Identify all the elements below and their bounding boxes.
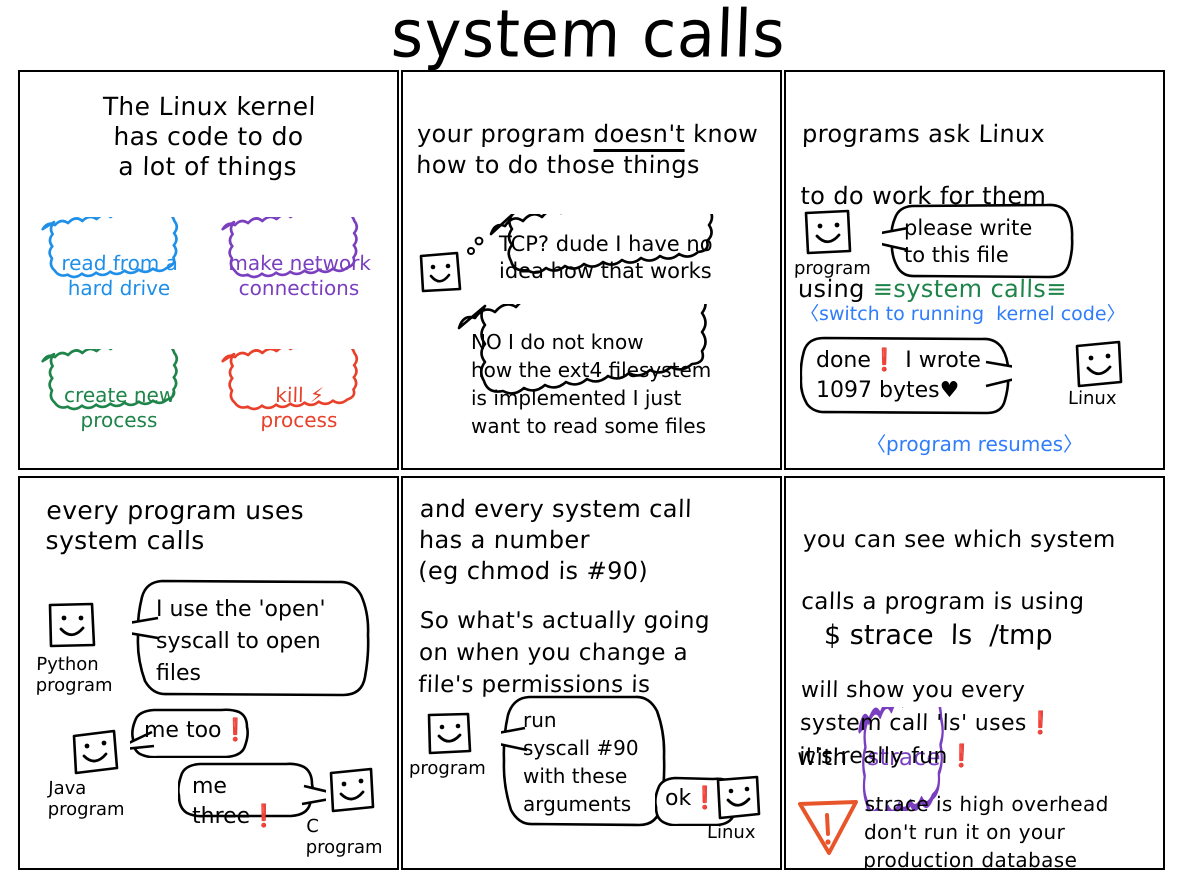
panel2-heading-emphasis: doesn't (593, 120, 686, 152)
capability-bubble-grid: read from a hard drive make network conn… (32, 192, 387, 468)
panel1-heading: The Linux kernel has code to do a lot of… (102, 92, 317, 181)
speech-bubble-outline-icon (799, 334, 1046, 416)
panel5-heading: and every system call has a number (eg c… (417, 495, 693, 585)
panel2-heading-pre: your program (416, 120, 595, 148)
page-title: system calls (389, 0, 788, 73)
panel-syscall-numbers: and every system call has a number (eg c… (401, 476, 782, 870)
panel6-heading-line1: you can see which system (802, 527, 1117, 553)
zine-page: system calls The Linux kernel has code t… (0, 0, 1177, 882)
panel-every-program-uses: every program uses system calls Python p… (18, 476, 399, 870)
program-face-icon (425, 710, 473, 756)
panel3-heading-line3-pre: using (797, 275, 874, 303)
warning-triangle-icon (796, 798, 860, 856)
bubble-change-file-permissions[interactable]: change file permissions (32, 456, 207, 468)
panel5-body: So what's actually going on when you cha… (417, 608, 711, 698)
thought-balloon-ext4[interactable]: NO I do not know how the ext4 filesystem… (447, 263, 767, 452)
bubble-label: create new process (63, 383, 176, 432)
speech-balloon-me-too[interactable]: me too❗ (112, 706, 258, 759)
java-program-face-icon (70, 728, 120, 776)
bubble-read-hard-drive[interactable]: read from a hard drive (32, 192, 207, 310)
squiggle-outline-icon (212, 456, 387, 468)
linux-face-icon (713, 774, 761, 820)
program-face-label: program (793, 258, 872, 279)
speech-text: ok❗ (665, 786, 719, 811)
speech-balloon-done-wrote[interactable]: done❗ I wrote 1097 bytes♥ (799, 334, 1046, 416)
note-program-resumes: 〈program resumes〉 (865, 432, 1084, 456)
bubble-kill-process[interactable]: kill ⚡ process (212, 324, 387, 442)
speech-balloon-please-write[interactable]: please write to this file (852, 200, 1082, 280)
speech-balloon-open-syscall[interactable]: I use the 'open' syscall to open files (98, 576, 380, 698)
thought-balloon-tcp[interactable]: TCP? dude I have no idea how that works (481, 180, 761, 292)
bubble-make-network-connections[interactable]: make network connections (212, 192, 387, 310)
bubble-create-new-process[interactable]: create new process (32, 324, 207, 442)
panel2-heading: your program doesn't know how to do thos… (416, 88, 771, 181)
speech-balloon-run-syscall[interactable]: run syscall #90 with these arguments (469, 692, 679, 828)
java-program-label: Java program (47, 778, 125, 820)
c-program-face-icon (326, 766, 376, 814)
python-program-face-icon (46, 600, 98, 650)
panel4-heading: every program uses system calls (45, 496, 305, 555)
panel-kernel-capabilities: The Linux kernel has code to do a lot of… (18, 70, 399, 470)
linux-face-label: Linux (1067, 388, 1117, 409)
note-switch-to-kernel: 〈switch to running kernel code〉 (799, 303, 1126, 325)
bubble-label: read from a hard drive (61, 251, 179, 300)
squiggle-outline-icon (32, 456, 207, 468)
linux-face-icon (1072, 340, 1124, 388)
python-program-label: Python program (35, 654, 113, 696)
program-face-icon (802, 208, 854, 256)
program-face-label: program (408, 758, 487, 779)
thinking-program-face-icon (417, 250, 463, 294)
panel-ask-linux: programs ask Linux to do work for them u… (784, 70, 1165, 470)
panel3-heading-line1: programs ask Linux (801, 120, 1046, 148)
panel6-body: will show you every system call 'ls' use… (798, 678, 1055, 769)
speech-text: me too❗ (144, 718, 249, 743)
speech-balloon-me-three[interactable]: me three❗ (177, 760, 348, 829)
warning-text: strace is high overhead don't run it on … (862, 792, 1110, 870)
panel-program-doesnt-know: your program doesn't know how to do thos… (401, 70, 782, 470)
panel-grid: The Linux kernel has code to do a lot of… (18, 70, 1166, 870)
panel-strace: you can see which system calls a program… (784, 476, 1165, 870)
speech-bubble-outline-icon (852, 200, 1082, 280)
bubble-keyboard-drivers[interactable]: keyboard drivers (212, 456, 387, 468)
strace-command: $ strace ls /tmp (823, 620, 1053, 651)
c-program-label: C program (305, 816, 383, 858)
bubble-label: make network connections (228, 251, 372, 300)
panel6-heading-line2: calls a program is using (800, 589, 1085, 615)
bubble-label: kill ⚡ process (260, 383, 338, 432)
linux-face-label: Linux (706, 822, 756, 843)
